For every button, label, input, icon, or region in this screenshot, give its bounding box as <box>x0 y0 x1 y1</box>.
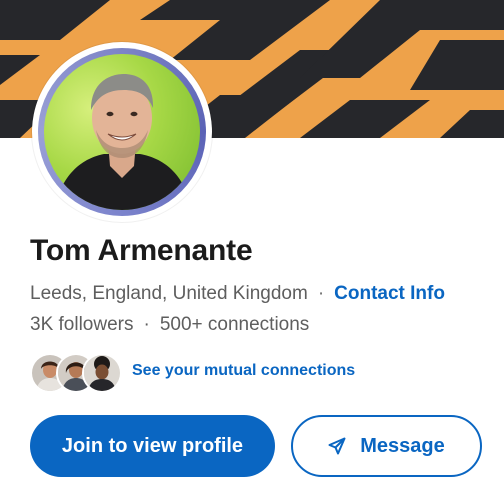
profile-location: Leeds, England, United Kingdom <box>30 283 308 304</box>
stats-line: 3K followers · 500+ connections <box>30 314 309 336</box>
profile-avatar <box>32 42 212 222</box>
join-to-view-profile-button[interactable]: Join to view profile <box>30 415 275 477</box>
contact-info-link[interactable]: Contact Info <box>334 283 445 304</box>
followers-count: 3K followers <box>30 314 134 335</box>
mutual-avatar-3 <box>82 353 122 393</box>
location-line: Leeds, England, United Kingdom · Contact I… <box>30 283 445 305</box>
profile-card: Tom Armenante Leeds, England, United Kin… <box>0 0 504 504</box>
profile-name: Tom Armenante <box>30 234 253 267</box>
mutual-connections-link[interactable]: See your mutual connections <box>30 350 356 393</box>
separator-dot: · <box>317 283 325 304</box>
mutual-avatars <box>30 350 122 393</box>
message-button-label: Message <box>360 434 445 457</box>
send-icon <box>328 437 346 455</box>
mutual-connections-label: See your mutual connections <box>132 362 356 379</box>
profile-photo <box>44 54 200 210</box>
separator-dot: · <box>143 314 150 335</box>
message-button[interactable]: Message <box>291 415 482 477</box>
join-button-label: Join to view profile <box>61 434 244 457</box>
connections-count: 500+ connections <box>159 314 310 335</box>
